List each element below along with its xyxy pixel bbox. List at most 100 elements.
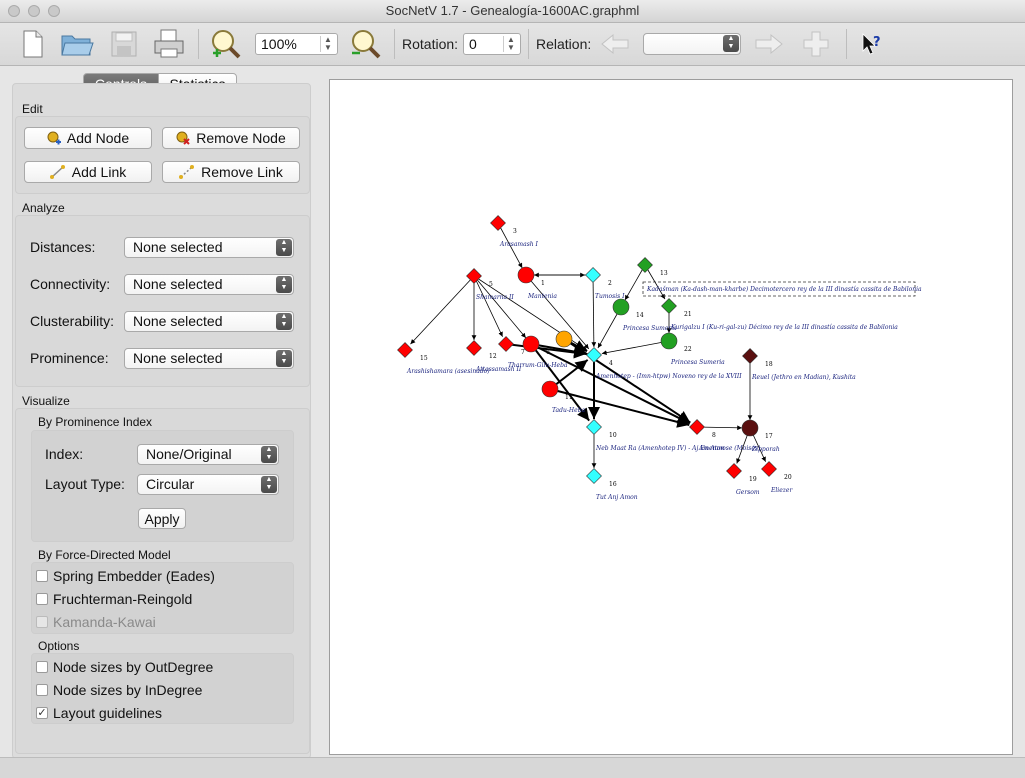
checkbox-box[interactable]: ✓ xyxy=(36,707,48,719)
graph-node-19[interactable] xyxy=(726,463,742,479)
graph-node-4[interactable] xyxy=(586,347,602,363)
graph-node-8[interactable] xyxy=(689,419,705,435)
rotation-spinbox[interactable]: 0 ▲ ▼ xyxy=(463,33,521,55)
open-folder-icon xyxy=(61,35,94,56)
graph-canvas[interactable]: Kadašman (Ka-dash-man-kharbe) Decimoterc… xyxy=(329,79,1013,755)
kamada-kawai-label: Kamanda-Kawai xyxy=(53,614,156,630)
node-number-2: 2 xyxy=(608,280,612,287)
remove-link-button[interactable]: Remove Link xyxy=(162,161,300,183)
remove-node-label: Remove Node xyxy=(196,130,286,146)
node-label-14: Princesa Sumeria xyxy=(622,325,677,332)
checkbox-box[interactable] xyxy=(36,684,48,696)
graph-node-14[interactable] xyxy=(612,298,630,316)
add-node-button[interactable]: Add Node xyxy=(24,127,152,149)
node-number-1: 1 xyxy=(541,280,545,287)
graph-node-6[interactable] xyxy=(522,335,540,353)
minimize-window-button[interactable] xyxy=(28,5,40,17)
graph-node-1[interactable] xyxy=(517,266,535,284)
rotation-value: 0 xyxy=(469,36,477,52)
distances-select[interactable]: None selected ▲ ▼ xyxy=(124,237,294,258)
node-label-21: Kurigalzu I (Ku-ri-gal-zu) Décimo rey de… xyxy=(670,324,898,331)
checkbox-box[interactable] xyxy=(36,616,48,628)
graph-node-7[interactable] xyxy=(498,336,514,352)
clusterability-select[interactable]: None selected ▲ ▼ xyxy=(124,311,294,332)
add-node-icon xyxy=(47,131,61,145)
node-label-4: Amenhotep - (Imn-htpw) Noveno rey de la … xyxy=(595,373,742,380)
node-label-17: Zipporah xyxy=(751,446,780,453)
connectivity-label: Connectivity: xyxy=(30,276,111,292)
graph-node-9[interactable] xyxy=(555,330,573,348)
node-indegree-label: Node sizes by InDegree xyxy=(53,682,203,698)
toolbar: 100% ▲ ▼ Rotation: 0 ▲ ▼ Relation: ▲ ▼ ? xyxy=(0,23,1025,66)
graph-node-11[interactable] xyxy=(541,380,559,398)
index-select[interactable]: None/Original ▲ ▼ xyxy=(137,444,279,465)
network-graph[interactable]: Kadašman (Ka-dash-man-kharbe) Decimoterc… xyxy=(330,80,1012,754)
previous-relation-button[interactable] xyxy=(598,27,632,61)
checkbox-box[interactable] xyxy=(36,661,48,673)
spring-embedder-checkbox[interactable]: Spring Embedder (Eades) xyxy=(36,568,215,584)
chevron-up-down-icon[interactable]: ▲ ▼ xyxy=(503,36,518,52)
new-file-button[interactable] xyxy=(16,27,50,61)
node-indegree-checkbox[interactable]: Node sizes by InDegree xyxy=(36,682,202,698)
graph-edge-5-6[interactable] xyxy=(473,275,527,339)
graph-node-21[interactable] xyxy=(661,298,677,314)
checkbox-box[interactable] xyxy=(36,593,48,605)
layout-type-select[interactable]: Circular ▲ ▼ xyxy=(137,474,279,495)
connectivity-select[interactable]: None selected ▲ ▼ xyxy=(124,274,294,295)
remove-node-button[interactable]: Remove Node xyxy=(162,127,300,149)
graph-node-3[interactable] xyxy=(490,215,506,231)
connectivity-value: None selected xyxy=(133,276,223,292)
graph-node-16[interactable] xyxy=(586,468,602,484)
graph-node-20[interactable] xyxy=(761,461,777,477)
graph-edge-2-4[interactable] xyxy=(591,274,597,348)
chevron-up-down-icon[interactable]: ▲ ▼ xyxy=(320,36,335,52)
relation-select[interactable]: ▲ ▼ xyxy=(643,33,741,55)
close-window-button[interactable] xyxy=(8,5,20,17)
clusterability-label: Clusterability: xyxy=(30,313,115,329)
selection-label: Kadašman (Ka-dash-man-kharbe) Decimoterc… xyxy=(646,286,922,293)
whats-this-button[interactable]: ? xyxy=(855,27,889,61)
graph-node-17[interactable] xyxy=(741,419,759,437)
arrow-left-icon xyxy=(601,33,629,55)
graph-node-22[interactable] xyxy=(660,332,678,350)
add-link-button[interactable]: Add Link xyxy=(24,161,152,183)
zoom-window-button[interactable] xyxy=(48,5,60,17)
add-link-icon xyxy=(49,165,65,179)
graph-node-12[interactable] xyxy=(466,340,482,356)
graph-node-13[interactable] xyxy=(637,257,653,273)
index-label: Index: xyxy=(45,446,84,462)
graph-node-15[interactable] xyxy=(397,342,413,358)
save-button[interactable] xyxy=(107,27,141,61)
graph-edge-22-4[interactable] xyxy=(601,340,670,356)
print-button[interactable] xyxy=(152,27,186,61)
kamada-kawai-checkbox[interactable]: Kamanda-Kawai xyxy=(36,614,156,630)
node-number-21: 21 xyxy=(684,311,692,318)
add-relation-button[interactable] xyxy=(799,27,833,61)
checkbox-box[interactable] xyxy=(36,570,48,582)
layout-guidelines-checkbox[interactable]: ✓ Layout guidelines xyxy=(36,705,162,721)
apply-button[interactable]: Apply xyxy=(138,508,186,529)
fruchterman-checkbox[interactable]: Fruchterman-Reingold xyxy=(36,591,192,607)
node-number-22: 22 xyxy=(684,346,692,353)
next-relation-button[interactable] xyxy=(752,27,786,61)
toolbar-separator xyxy=(528,29,529,59)
clusterability-value: None selected xyxy=(133,313,223,329)
node-label-1: Mantenia xyxy=(527,293,557,300)
zoom-in-button[interactable] xyxy=(208,27,242,61)
status-bar xyxy=(0,757,1025,778)
graph-edge-5-15[interactable] xyxy=(410,275,475,345)
graph-edge-13-14[interactable] xyxy=(624,264,646,301)
node-outdegree-checkbox[interactable]: Node sizes by OutDegree xyxy=(36,659,213,675)
zoom-out-button[interactable] xyxy=(348,27,382,61)
arrow-right-icon xyxy=(755,33,783,55)
open-file-button[interactable] xyxy=(60,27,94,61)
zoom-spinbox[interactable]: 100% ▲ ▼ xyxy=(255,33,338,55)
graph-node-10[interactable] xyxy=(586,419,602,435)
graph-node-18[interactable] xyxy=(742,348,758,364)
prominence-select[interactable]: None selected ▲ ▼ xyxy=(124,348,294,369)
graph-node-2[interactable] xyxy=(585,267,601,283)
plus-icon xyxy=(803,31,829,57)
node-number-15: 15 xyxy=(420,355,428,362)
node-number-16: 16 xyxy=(609,481,617,488)
chevron-up-down-icon: ▲ ▼ xyxy=(723,35,739,52)
